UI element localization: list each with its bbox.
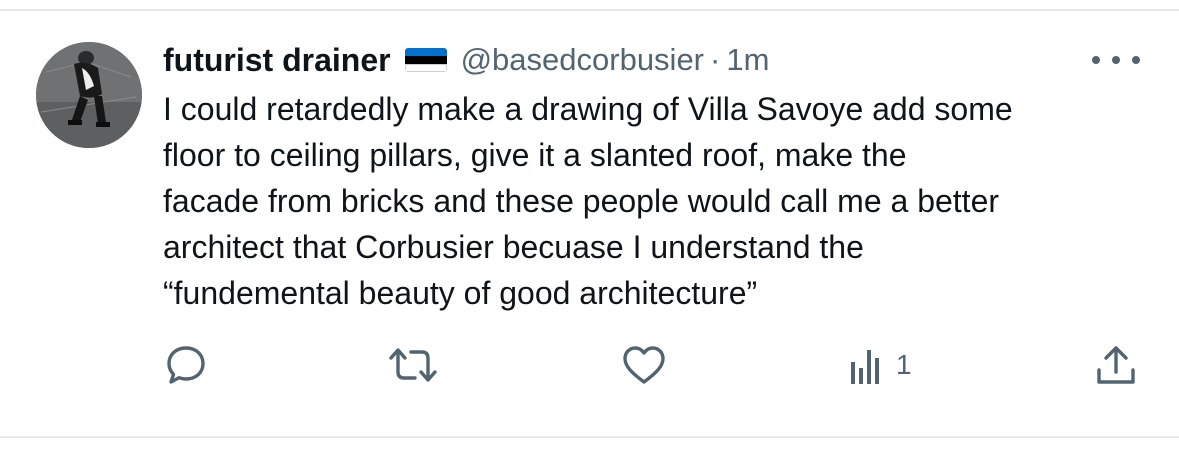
views-button[interactable]: 1 — [848, 340, 912, 390]
tweet-text-line: facade from bricks and these people woul… — [163, 183, 1000, 219]
dot-icon — [1092, 56, 1100, 64]
flag-estonia-icon — [404, 48, 447, 72]
views-count: 1 — [896, 349, 912, 380]
like-button[interactable] — [620, 340, 668, 390]
display-name[interactable]: futurist drainer — [163, 42, 391, 79]
views-chart-icon — [851, 350, 879, 384]
dot-icon — [1132, 56, 1140, 64]
tweet-text-line: floor to ceiling pillars, give it a slan… — [163, 137, 907, 173]
action-bar: 1 — [0, 340, 1179, 390]
reply-button[interactable] — [163, 340, 209, 390]
timestamp[interactable]: 1m — [726, 42, 769, 78]
more-options-button[interactable] — [1092, 48, 1140, 72]
handle[interactable]: @basedcorbusier — [461, 42, 704, 78]
share-button[interactable] — [1094, 340, 1138, 390]
retweet-icon — [389, 348, 437, 382]
retweet-button[interactable] — [385, 340, 441, 390]
tweet-text-line: I could retardedly make a drawing of Vil… — [163, 91, 1013, 127]
tweet-text: I could retardedly make a drawing of Vil… — [163, 86, 1163, 316]
separator: · — [710, 42, 721, 77]
tweet-text-line: architect that Corbusier becuase I under… — [163, 229, 864, 265]
avatar[interactable] — [36, 42, 142, 148]
bottom-divider — [0, 436, 1179, 438]
share-icon — [1097, 346, 1135, 384]
tweet-header: futurist drainer @basedcorbusier · 1m — [163, 38, 769, 82]
reply-icon — [167, 346, 205, 384]
heart-icon — [623, 346, 665, 384]
tweet-text-line: “fundemental beauty of good architecture… — [163, 275, 758, 311]
top-divider — [0, 9, 1179, 11]
dot-icon — [1112, 56, 1120, 64]
